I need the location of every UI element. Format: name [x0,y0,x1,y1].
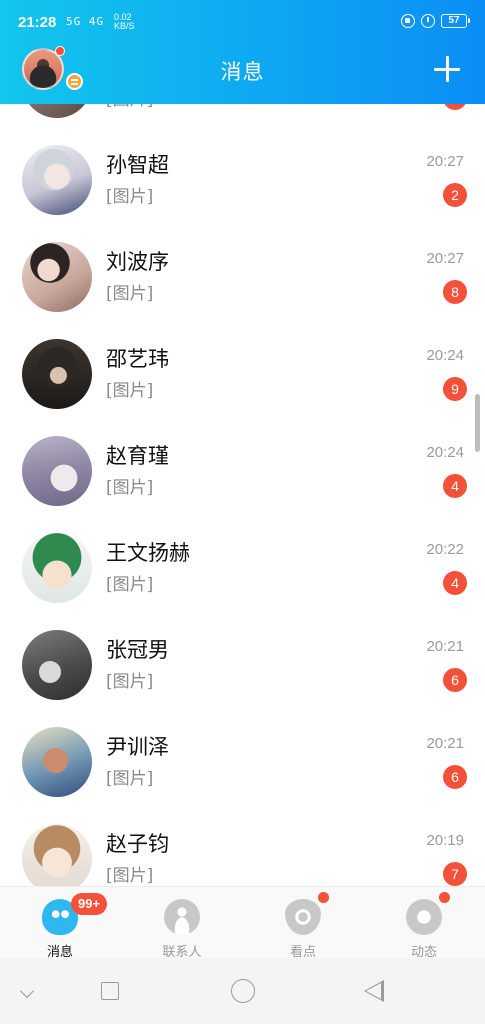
alarm-icon [421,14,435,28]
status-icons: 57 [401,14,470,28]
message-preview: [图片] [106,672,154,692]
tab-contacts[interactable]: 联系人 [142,895,222,960]
chat-row[interactable]: [图片] 5 [0,104,485,135]
message-preview: [图片] [106,866,154,886]
nav-home-icon[interactable] [231,979,255,1003]
page-title: 消息 [220,60,265,84]
chat-row[interactable]: 孙智超 [图片] 20:27 2 [0,135,485,232]
app-header: 21:28 5G 4G 0.02 KB/S 57 消息 [0,0,485,104]
message-time: 20:22 [426,541,464,558]
message-preview: [图片] [106,381,154,401]
message-time: 20:21 [426,735,464,752]
chat-list[interactable]: [图片] 5 孙智超 [图片] 20:27 2 刘波序 [图片] 20:27 8 邵艺玮 [图片] 20… [0,104,485,886]
tab-feed[interactable]: 动态 [384,895,464,960]
nav-back-icon[interactable] [364,980,384,1002]
unread-count-badge: 9 [443,377,467,401]
message-preview: [图片] [106,769,154,789]
unread-count-badge: 4 [443,571,467,595]
chat-list-inner: [图片] 5 孙智超 [图片] 20:27 2 刘波序 [图片] 20:27 8 邵艺玮 [图片] 20… [0,104,485,886]
unread-count-badge: 6 [443,668,467,692]
status-bar: 21:28 5G 4G 0.02 KB/S 57 [0,0,485,46]
contacts-icon [164,899,200,935]
avatar[interactable] [22,242,92,312]
bottom-tab-bar: 消息 99+ 联系人 看点 动态 [0,886,485,960]
message-time: 20:27 [426,153,464,170]
status-time: 21:28 [18,14,57,31]
unread-count-badge: 2 [443,183,467,207]
avatar[interactable] [22,339,92,409]
message-time: 20:24 [426,444,464,461]
network-speed-unit: KB/S [114,21,135,31]
unread-count-badge: 4 [443,474,467,498]
contact-name: 王文扬赫 [106,541,190,565]
nav-recents-icon[interactable] [101,982,119,1000]
unread-total-badge: 99+ [71,893,108,915]
sync-icon [401,14,415,28]
avatar[interactable] [22,145,92,215]
chat-row[interactable]: 邵艺玮 [图片] 20:24 9 [0,329,485,426]
message-preview: [图片] [106,284,154,304]
profile-notification-dot [55,46,65,56]
message-time: 20:21 [426,638,464,655]
chat-row[interactable]: 刘波序 [图片] 20:27 8 [0,232,485,329]
avatar[interactable] [22,727,92,797]
tab-discover[interactable]: 看点 [263,895,343,960]
message-time: 20:27 [426,250,464,267]
contact-name: 邵艺玮 [106,347,169,371]
system-nav-bar [0,958,485,1024]
tab-feed-dot [439,892,450,903]
avatar[interactable] [22,630,92,700]
contact-name: 赵子钧 [106,832,169,856]
unread-count-badge: 6 [443,765,467,789]
signal-icon: 5G 4G [66,15,105,28]
nav-collapse-icon[interactable] [19,983,35,999]
unread-count-badge: 5 [443,104,467,110]
message-preview: [图片] [106,104,153,110]
scrollbar[interactable] [475,394,480,452]
contact-name: 孙智超 [106,153,169,177]
avatar[interactable] [22,436,92,506]
contact-name: 刘波序 [106,250,169,274]
network-speed: 0.02 KB/S [114,13,135,31]
eye-icon [285,899,321,935]
chat-row[interactable]: 赵育瑾 [图片] 20:24 4 [0,426,485,523]
avatar[interactable] [22,824,92,886]
avatar[interactable] [22,533,92,603]
message-preview: [图片] [106,187,154,207]
contact-name: 赵育瑾 [106,444,169,468]
unread-count-badge: 8 [443,280,467,304]
add-button[interactable] [433,55,461,83]
chat-row[interactable]: 王文扬赫 [图片] 20:22 4 [0,523,485,620]
chat-row[interactable]: 张冠男 [图片] 20:21 6 [0,620,485,717]
contact-name: 尹训泽 [106,735,169,759]
contact-name: 张冠男 [106,638,169,662]
unread-count-badge: 7 [443,862,467,886]
chat-row[interactable]: 赵子钧 [图片] 20:19 7 [0,814,485,886]
message-time: 20:19 [426,832,464,849]
planet-icon [406,899,442,935]
message-preview: [图片] [106,478,154,498]
battery-icon: 57 [441,14,470,28]
tab-discover-dot [318,892,329,903]
message-time: 20:24 [426,347,464,364]
chat-row[interactable]: 尹训泽 [图片] 20:21 6 [0,717,485,814]
avatar[interactable] [22,104,92,118]
message-preview: [图片] [106,575,154,595]
